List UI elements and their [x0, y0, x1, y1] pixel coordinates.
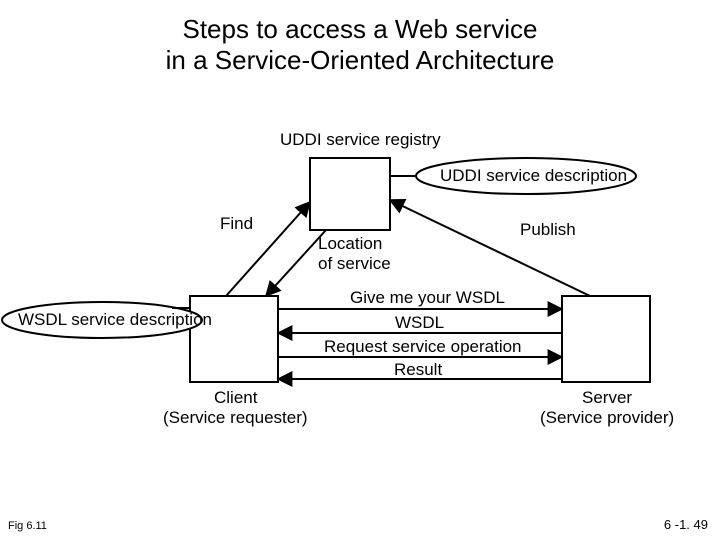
- arrow-publish: [390, 200, 590, 296]
- server-title-label: Server: [582, 388, 632, 408]
- figure-reference: Fig 6.11: [8, 520, 47, 532]
- location-label: Location of service: [318, 234, 391, 273]
- uddi-desc-label: UDDI service description: [440, 166, 627, 186]
- wsdl-label: WSDL: [395, 313, 444, 333]
- wsdl-desc-label: WSDL service description: [18, 310, 212, 330]
- client-box: [190, 296, 278, 382]
- slide-stage: Steps to access a Web service in a Servi…: [0, 0, 720, 540]
- client-sub-label: (Service requester): [163, 408, 308, 428]
- uddi-registry-box: [310, 158, 390, 230]
- uddi-registry-label: UDDI service registry: [280, 130, 441, 150]
- request-op-label: Request service operation: [324, 337, 522, 357]
- page-number: 6 -1. 49: [664, 517, 708, 532]
- publish-label: Publish: [520, 220, 576, 240]
- result-label: Result: [394, 360, 442, 380]
- client-title-label: Client: [214, 388, 257, 408]
- server-sub-label: (Service provider): [540, 408, 674, 428]
- give-wsdl-label: Give me your WSDL: [350, 288, 505, 308]
- server-box: [562, 296, 650, 382]
- find-label: Find: [220, 214, 253, 234]
